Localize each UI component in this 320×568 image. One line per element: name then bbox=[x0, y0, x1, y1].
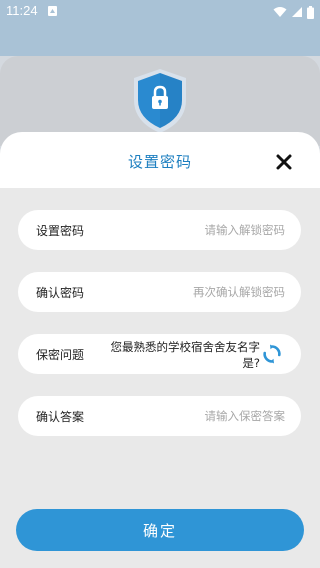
notification-icon bbox=[48, 6, 57, 16]
set-password-screen: 11:24 设置密码 设置密码 确认密码 保密问题 您最熟悉的学校宿舍舍友名字是… bbox=[0, 0, 320, 568]
refresh-icon[interactable] bbox=[262, 344, 282, 364]
status-time: 11:24 bbox=[6, 3, 38, 18]
confirm-password-input[interactable] bbox=[125, 282, 285, 302]
confirm-answer-field[interactable]: 确认答案 bbox=[18, 396, 301, 436]
security-question-field: 保密问题 您最熟悉的学校宿舍舍友名字是? bbox=[18, 334, 301, 374]
header-background bbox=[0, 24, 320, 56]
security-question-label: 保密问题 bbox=[36, 348, 85, 362]
battery-icon bbox=[307, 5, 314, 19]
confirm-button[interactable]: 确定 bbox=[16, 509, 304, 551]
confirm-answer-label: 确认答案 bbox=[36, 410, 85, 424]
set-password-field[interactable]: 设置密码 bbox=[18, 210, 301, 250]
wifi-icon bbox=[273, 7, 287, 17]
confirm-password-field[interactable]: 确认密码 bbox=[18, 272, 301, 312]
confirm-password-label: 确认密码 bbox=[36, 286, 85, 300]
confirm-answer-input[interactable] bbox=[125, 406, 285, 426]
set-password-input[interactable] bbox=[125, 220, 285, 240]
shield-lock-icon bbox=[134, 69, 186, 133]
security-question-text: 您最熟悉的学校宿舍舍友名字是? bbox=[110, 340, 261, 370]
signal-icon bbox=[292, 7, 302, 17]
status-bar: 11:24 bbox=[0, 0, 320, 24]
close-icon[interactable] bbox=[272, 150, 296, 174]
status-icons bbox=[273, 4, 314, 20]
set-password-label: 设置密码 bbox=[36, 224, 85, 238]
